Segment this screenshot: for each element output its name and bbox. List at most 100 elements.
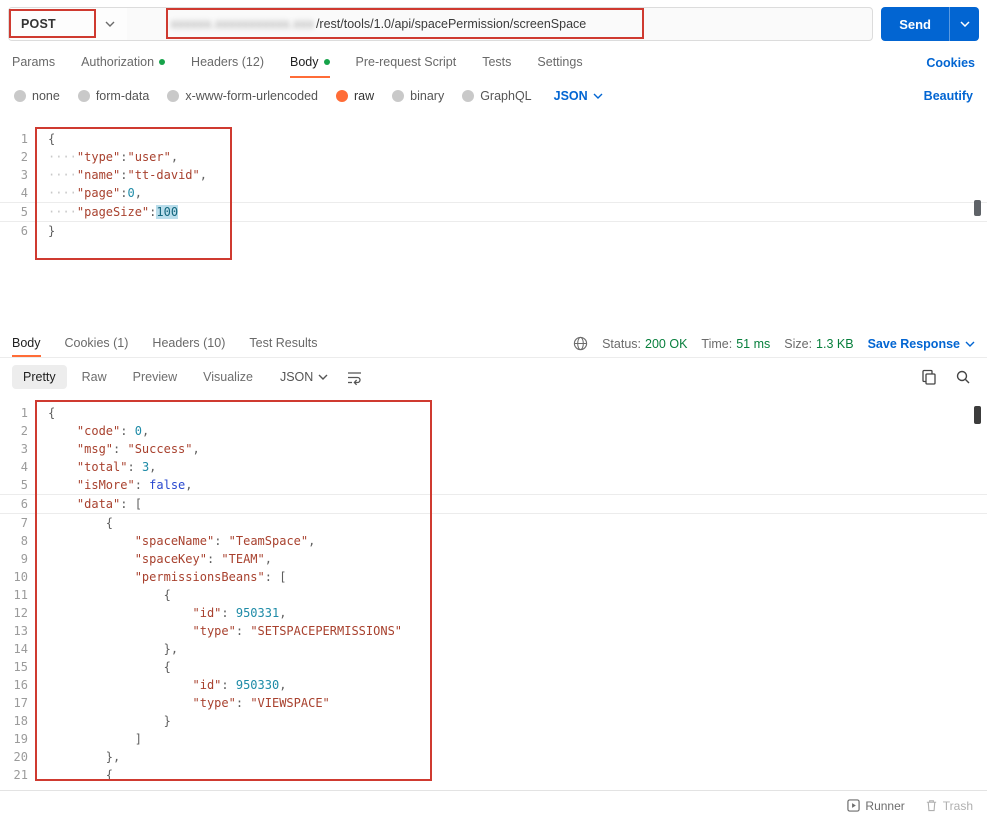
code-line: 2 "code": 0,	[0, 422, 987, 440]
tab-settings[interactable]: Settings	[537, 48, 582, 78]
line-number: 14	[13, 642, 28, 656]
mode-form-data[interactable]: form-data	[77, 89, 149, 103]
line-number: 3	[20, 442, 28, 456]
radio-icon	[336, 90, 348, 102]
tab-label: Cookies (1)	[64, 335, 129, 350]
tab-headers[interactable]: Headers (12)	[191, 48, 264, 78]
save-response-button[interactable]: Save Response	[868, 337, 975, 351]
radio-icon	[14, 90, 26, 102]
mode-binary[interactable]: binary	[392, 89, 444, 103]
mode-label: x-www-form-urlencoded	[185, 89, 318, 103]
request-url-bar: POST xxxxxx.xxxxxxxxxxx.xxx /rest/tools/…	[0, 0, 987, 48]
mode-x-www-form-urlencoded[interactable]: x-www-form-urlencoded	[167, 89, 318, 103]
chevron-down-icon	[318, 374, 328, 380]
radio-icon	[462, 90, 475, 102]
tab-tests[interactable]: Tests	[482, 48, 511, 78]
request-body-editor[interactable]: 1{2 ····"type":"user", 3 ····"name":"tt-dav…	[0, 114, 987, 318]
line-number: 16	[13, 678, 28, 692]
search-icon[interactable]	[951, 365, 975, 389]
meta-value: 200 OK	[645, 336, 688, 351]
copy-icon[interactable]	[917, 365, 941, 389]
line-number: 19	[13, 732, 28, 746]
method-select[interactable]: POST	[9, 8, 127, 40]
runner-label: Runner	[865, 798, 905, 813]
tab-label: Body	[290, 55, 319, 69]
code-line: 15 {	[0, 658, 987, 676]
response-toolbar: Pretty Raw Preview Visualize JSON	[0, 358, 987, 396]
code-line: 21 {	[0, 766, 987, 784]
runner-button[interactable]: Runner	[847, 798, 905, 813]
cookies-link[interactable]: Cookies	[926, 56, 975, 70]
view-raw[interactable]: Raw	[71, 365, 118, 389]
save-response-label: Save Response	[867, 336, 960, 351]
runner-icon	[847, 799, 861, 812]
radio-icon	[77, 90, 90, 102]
mode-label: binary	[410, 89, 445, 103]
line-number: 4	[20, 460, 28, 474]
tab-params[interactable]: Params	[12, 48, 55, 78]
chevron-down-icon	[959, 21, 970, 27]
globe-icon	[573, 336, 588, 351]
status-dot	[323, 59, 330, 65]
view-label: Visualize	[203, 370, 253, 384]
line-number: 6	[20, 497, 28, 511]
code-line: 18 }	[0, 712, 987, 730]
line-number: 20	[13, 750, 28, 764]
wrap-text-icon[interactable]	[342, 365, 366, 389]
beautify-link[interactable]: Beautify	[924, 89, 973, 103]
tab-pre-request-script[interactable]: Pre-request Script	[356, 48, 457, 78]
tab-body[interactable]: Body	[290, 48, 330, 78]
request-code-lines: 1{2 ····"type":"user", 3 ····"name":"tt-dav…	[0, 130, 987, 240]
meta-label: Status:	[602, 336, 642, 351]
tab-label: Body	[12, 335, 41, 350]
code-line: 3 ····"name":"tt-david",	[0, 166, 987, 184]
code-line: 6}	[0, 222, 987, 240]
view-preview[interactable]: Preview	[122, 365, 188, 389]
code-line: 1{	[0, 404, 987, 422]
view-label: Raw	[81, 370, 107, 384]
line-number: 5	[20, 205, 28, 219]
response-body-editor[interactable]: 1{2 "code": 0, 3 "msg": "Success", 4 "tota…	[0, 396, 987, 790]
response-language-select[interactable]: JSON	[280, 370, 328, 384]
line-number: 2	[20, 150, 28, 164]
trash-button[interactable]: Trash	[925, 799, 973, 813]
meta-value: 1.3 KB	[816, 336, 854, 351]
view-pretty[interactable]: Pretty	[12, 365, 67, 389]
code-line: 9 "spaceKey": "TEAM",	[0, 550, 987, 568]
code-line: 17 "type": "VIEWSPACE"	[0, 694, 987, 712]
code-line: 3 "msg": "Success",	[0, 440, 987, 458]
response-tab-headers[interactable]: Headers (10)	[152, 330, 225, 357]
code-line: 1{	[0, 130, 987, 148]
line-number: 12	[13, 606, 28, 620]
tab-label: Settings	[537, 55, 583, 69]
code-line: 10 "permissionsBeans": [	[0, 568, 987, 586]
tab-label: Test Results	[249, 335, 318, 350]
code-line: 12 "id": 950331,	[0, 604, 987, 622]
send-button[interactable]: Send	[881, 7, 949, 41]
url-input[interactable]: xxxxxx.xxxxxxxxxxx.xxx /rest/tools/1.0/a…	[127, 8, 872, 40]
response-tab-cookies[interactable]: Cookies (1)	[65, 330, 129, 357]
line-number: 11	[13, 588, 28, 602]
trash-icon	[925, 799, 938, 812]
code-line: 16 "id": 950330,	[0, 676, 987, 694]
view-label: Preview	[132, 370, 178, 384]
mode-raw[interactable]: raw	[336, 89, 374, 103]
code-line: 13 "type": "SETSPACEPERMISSIONS"	[0, 622, 987, 640]
response-tab-test-results[interactable]: Test Results	[249, 330, 317, 357]
send-options-button[interactable]	[949, 7, 979, 41]
mode-none[interactable]: none	[14, 89, 60, 103]
meta-label: Size:	[784, 336, 813, 351]
radio-icon	[392, 90, 405, 102]
tab-label: Pre-request Script	[355, 55, 457, 69]
body-language-select[interactable]: JSON	[554, 89, 603, 103]
tab-authorization[interactable]: Authorization	[81, 48, 166, 78]
scrollbar-thumb[interactable]	[974, 406, 981, 424]
view-visualize[interactable]: Visualize	[192, 365, 264, 389]
scrollbar-thumb[interactable]	[974, 200, 981, 216]
response-time: Time: 51 ms	[701, 337, 770, 351]
language-label: JSON	[279, 370, 314, 384]
tab-label: Headers (10)	[152, 335, 226, 350]
line-number: 7	[20, 516, 28, 530]
mode-graphql[interactable]: GraphQL	[462, 89, 532, 103]
response-tab-body[interactable]: Body	[12, 330, 41, 357]
